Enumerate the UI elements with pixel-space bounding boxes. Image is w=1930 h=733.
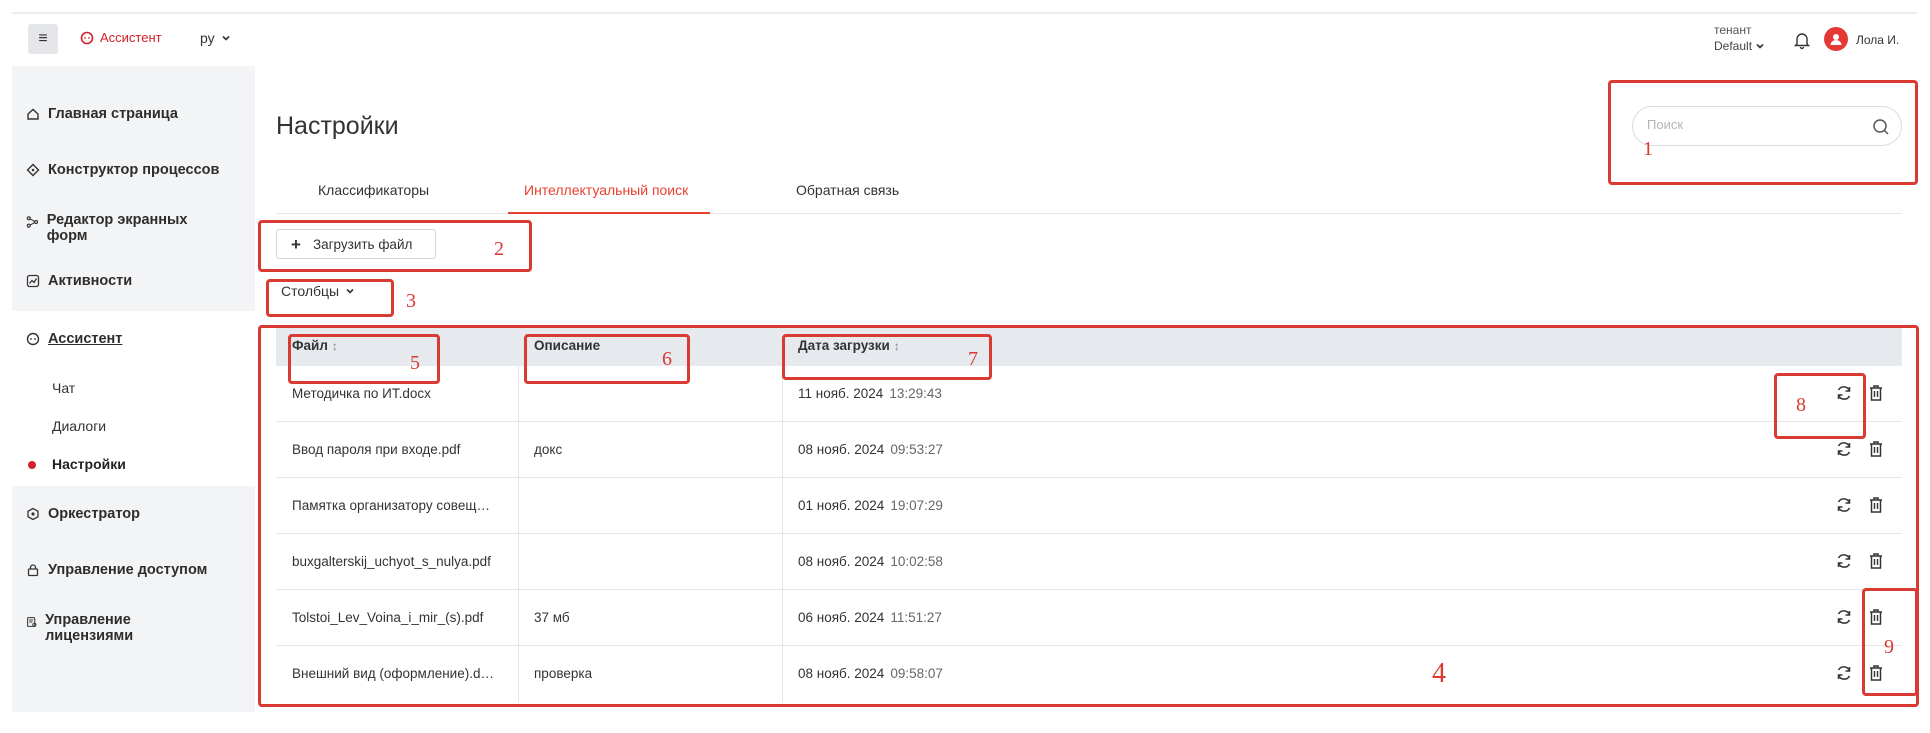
annotation-box-1 (1608, 80, 1918, 185)
form-editor-icon (26, 216, 39, 228)
sidebar-subitem-settings[interactable]: Настройки (52, 456, 126, 472)
annotation-number: 7 (968, 348, 978, 370)
sidebar-item-label: Управление доступом (48, 562, 208, 578)
sidebar-subitem-dialogs[interactable]: Диалоги (52, 418, 106, 434)
annotation-box-2 (258, 220, 532, 272)
user-name[interactable]: Лола И. (1856, 33, 1899, 47)
sidebar-item-license-management[interactable]: Управление лицензиями (26, 612, 186, 644)
bell-icon[interactable] (1792, 30, 1812, 50)
annotation-number: 4 (1432, 658, 1446, 689)
brand[interactable]: Ассистент (80, 30, 162, 45)
active-tab-indicator (508, 212, 710, 214)
annotation-number: 6 (662, 348, 672, 370)
tenant-value: Default (1714, 39, 1753, 53)
sidebar-item-access-control[interactable]: Управление доступом (26, 562, 207, 578)
annotation-number: 3 (406, 290, 416, 312)
annotation-number: 8 (1796, 394, 1806, 416)
annotation-number: 5 (410, 352, 420, 374)
language-label: ру (200, 30, 215, 46)
sidebar-item-label: Ассистент (48, 331, 123, 347)
sidebar-item-activities[interactable]: Активности (26, 273, 132, 289)
sidebar-subitem-chat[interactable]: Чат (52, 380, 75, 396)
sidebar-item-process-designer[interactable]: Конструктор процессов (26, 162, 219, 178)
sidebar-item-label: Редактор экранных форм (46, 212, 188, 244)
annotation-box-8 (1774, 373, 1866, 439)
tab-feedback[interactable]: Обратная связь (796, 182, 899, 198)
avatar[interactable] (1824, 27, 1848, 51)
sidebar-item-label: Активности (48, 273, 133, 289)
sidebar-item-assistant[interactable]: Ассистент (26, 331, 122, 347)
tenant-selector[interactable]: тенант Default (1714, 22, 1765, 54)
tab-intelligent-search[interactable]: Интеллектуальный поиск (524, 182, 688, 198)
sidebar-item-label: Управление лицензиями (45, 612, 134, 644)
language-selector[interactable]: ру (200, 30, 231, 46)
tab-classifiers[interactable]: Классификаторы (318, 182, 429, 198)
page-title: Настройки (276, 112, 399, 140)
sidebar-item-form-editor[interactable]: Редактор экранных форм (26, 212, 216, 244)
home-icon (27, 108, 39, 120)
assistant-icon (26, 332, 40, 346)
sidebar-item-home[interactable]: Главная страница (26, 106, 178, 122)
license-icon (27, 617, 37, 627)
tenant-label: тенант (1714, 23, 1752, 37)
chevron-down-icon (222, 35, 230, 41)
sidebar-item-orchestrator[interactable]: Оркестратор (26, 506, 140, 522)
brand-label: Ассистент (100, 30, 162, 45)
orchestrator-icon (27, 507, 39, 521)
app-header: ≡ Ассистент ру тенант Default Лола И. (12, 14, 1917, 66)
chevron-down-icon (1756, 43, 1764, 49)
annotation-number: 9 (1884, 636, 1894, 658)
activity-icon (26, 274, 40, 288)
process-icon (26, 163, 40, 177)
annotation-box-4 (258, 325, 1919, 707)
annotation-number: 2 (494, 238, 504, 260)
sidebar-item-label: Главная страница (48, 106, 178, 122)
active-indicator (28, 461, 36, 469)
access-icon (27, 564, 39, 577)
annotation-box-7 (782, 334, 992, 380)
menu-icon[interactable]: ≡ (28, 24, 58, 54)
annotation-number: 1 (1643, 138, 1653, 160)
assistant-chat-icon (80, 31, 94, 44)
annotation-box-3 (266, 279, 394, 317)
sidebar-item-label: Конструктор процессов (48, 162, 220, 178)
user-icon (1830, 34, 1842, 45)
sidebar: Главная страница Конструктор процессов Р… (12, 66, 255, 712)
sidebar-item-label: Оркестратор (48, 506, 140, 522)
